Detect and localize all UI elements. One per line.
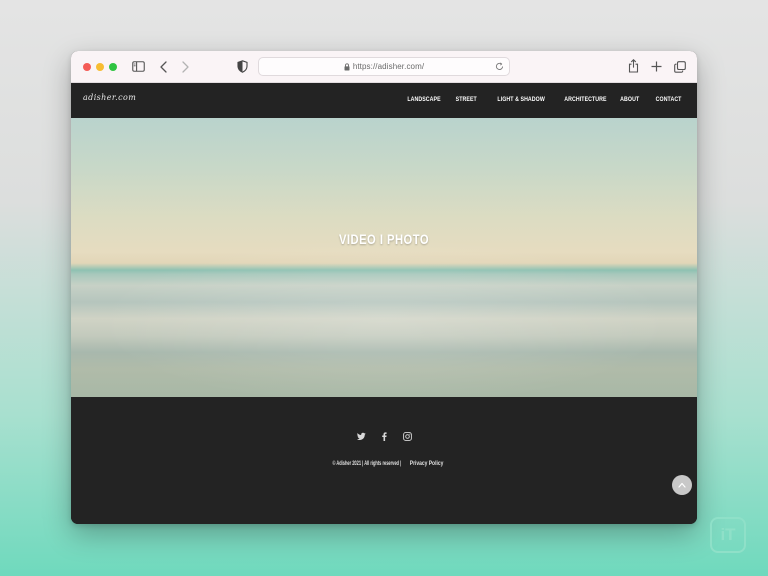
nav-street[interactable]: STREET [456, 96, 477, 103]
hero-image: VIDEO I PHOTO [71, 118, 697, 397]
tabs-overview-icon[interactable] [674, 61, 686, 73]
nav-light-and-shadow[interactable]: LIGHT & SHADOW [497, 96, 544, 103]
copyright-text: © Adisher 2021 | All rights reserved | [332, 460, 402, 467]
nav-landscape[interactable]: LANDSCAPE [408, 96, 441, 103]
nav-about[interactable]: ABOUT [620, 96, 639, 103]
privacy-policy-link[interactable]: Privacy Policy [410, 460, 444, 467]
chevron-left-icon[interactable] [160, 61, 167, 73]
minimize-window-button[interactable] [96, 63, 104, 71]
browser-toolbar: https://adisher.com/ [71, 51, 697, 83]
instagram-icon[interactable] [402, 432, 412, 441]
site-logo[interactable]: adisher.com [83, 93, 136, 102]
twitter-icon[interactable] [356, 432, 366, 441]
url-text: https://adisher.com/ [352, 62, 425, 71]
reload-icon[interactable] [495, 62, 504, 71]
zoom-window-button[interactable] [109, 63, 117, 71]
lock-icon [344, 62, 350, 70]
browser-window: https://adisher.com/ adisher.com LANDSCA… [71, 51, 697, 524]
plus-icon[interactable] [651, 61, 662, 72]
hero-title: VIDEO I PHOTO [338, 231, 430, 247]
close-window-button[interactable] [83, 63, 91, 71]
nav-architecture[interactable]: ARCHITECTURE [564, 96, 606, 103]
back-to-top-button[interactable] [672, 475, 692, 495]
nav-contact[interactable]: CONTACT [655, 96, 681, 103]
share-icon[interactable] [628, 59, 639, 73]
main-menu: LANDSCAPE STREET LIGHT & SHADOW ARCHITEC… [400, 96, 681, 103]
sidebar-icon[interactable] [132, 61, 145, 72]
facebook-icon[interactable] [380, 432, 389, 441]
chevron-right-icon[interactable] [182, 61, 189, 73]
copyright: © Adisher 2021 | All rights reserved | P… [71, 460, 697, 467]
address-bar[interactable]: https://adisher.com/ [258, 57, 510, 76]
shield-icon[interactable] [237, 60, 248, 73]
site-footer: © Adisher 2021 | All rights reserved | P… [71, 397, 697, 524]
watermark-badge: iT [710, 517, 746, 553]
chevron-up-icon [678, 482, 686, 488]
social-links [71, 432, 697, 441]
hero-glow [71, 229, 697, 397]
site-header: adisher.com LANDSCAPE STREET LIGHT & SHA… [71, 83, 697, 118]
